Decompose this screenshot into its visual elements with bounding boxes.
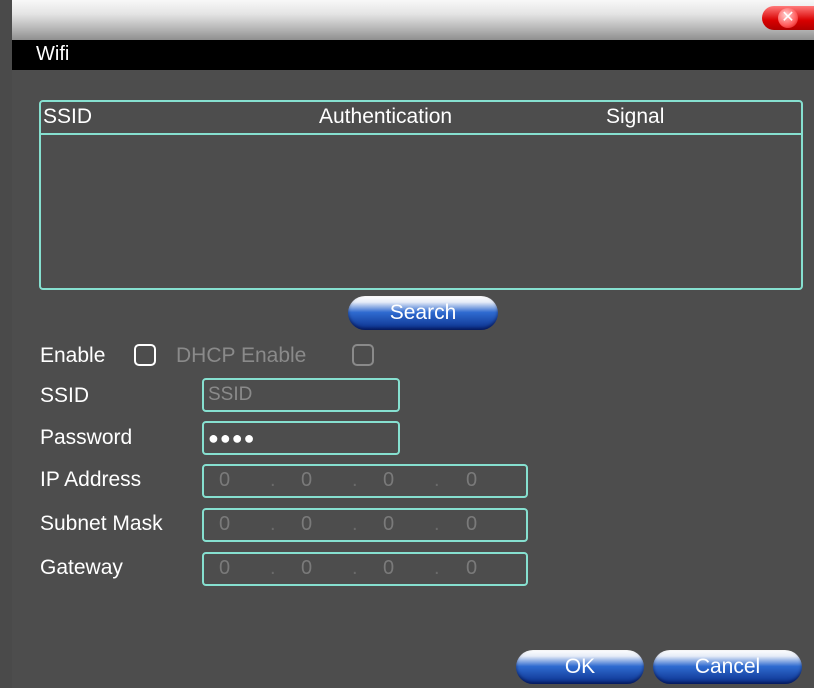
gateway-octet-3: 0 bbox=[383, 557, 395, 579]
subnet-separator: . bbox=[352, 513, 358, 535]
ip-separator: . bbox=[352, 469, 358, 491]
ip-octet-2: 0 bbox=[301, 469, 313, 491]
network-list-header: SSID Authentication Signal bbox=[41, 102, 801, 135]
title-bar: Wifi bbox=[12, 40, 814, 70]
subnet-separator: . bbox=[270, 513, 276, 535]
subnet-separator: . bbox=[434, 513, 440, 535]
subnet-mask-field[interactable]: 0 . 0 . 0 . 0 bbox=[202, 508, 528, 542]
password-field[interactable]: ●●●● bbox=[202, 421, 400, 455]
ssid-label: SSID bbox=[40, 384, 90, 407]
ip-separator: . bbox=[270, 469, 276, 491]
ip-address-label: IP Address bbox=[40, 468, 142, 491]
column-authentication: Authentication bbox=[319, 105, 453, 128]
gateway-octet-1: 0 bbox=[219, 557, 231, 579]
ip-octet-1: 0 bbox=[219, 469, 231, 491]
gateway-octet-4: 0 bbox=[466, 557, 478, 579]
cancel-button[interactable]: Cancel bbox=[653, 650, 802, 684]
subnet-octet-1: 0 bbox=[219, 513, 231, 535]
column-ssid: SSID bbox=[43, 105, 93, 128]
password-value: ●●●● bbox=[208, 428, 256, 448]
gateway-field[interactable]: 0 . 0 . 0 . 0 bbox=[202, 552, 528, 586]
gateway-label: Gateway bbox=[40, 556, 123, 579]
close-button[interactable]: ✕ bbox=[762, 6, 814, 30]
subnet-octet-2: 0 bbox=[301, 513, 313, 535]
network-list[interactable]: SSID Authentication Signal bbox=[39, 100, 803, 290]
subnet-octet-3: 0 bbox=[383, 513, 395, 535]
wifi-dialog: ✕ Wifi SSID Authentication Signal Search… bbox=[12, 0, 814, 688]
ip-octet-3: 0 bbox=[383, 469, 395, 491]
window-top-bar: ✕ bbox=[12, 0, 814, 40]
dhcp-enable-label: DHCP Enable bbox=[176, 344, 307, 367]
gateway-separator: . bbox=[352, 557, 358, 579]
gateway-separator: . bbox=[434, 557, 440, 579]
password-label: Password bbox=[40, 426, 133, 449]
enable-checkbox[interactable] bbox=[134, 344, 156, 366]
ok-button[interactable]: OK bbox=[516, 650, 644, 684]
ip-address-field[interactable]: 0 . 0 . 0 . 0 bbox=[202, 464, 528, 498]
page-title: Wifi bbox=[36, 43, 70, 65]
enable-label: Enable bbox=[40, 344, 106, 367]
ssid-field[interactable]: SSID bbox=[202, 378, 400, 412]
close-icon: ✕ bbox=[778, 8, 798, 28]
gateway-octet-2: 0 bbox=[301, 557, 313, 579]
subnet-octet-4: 0 bbox=[466, 513, 478, 535]
subnet-mask-label: Subnet Mask bbox=[40, 512, 163, 535]
gateway-separator: . bbox=[270, 557, 276, 579]
ip-separator: . bbox=[434, 469, 440, 491]
search-button[interactable]: Search bbox=[348, 296, 498, 330]
column-signal: Signal bbox=[606, 105, 665, 128]
ip-octet-4: 0 bbox=[466, 469, 478, 491]
dhcp-enable-checkbox[interactable] bbox=[352, 344, 374, 366]
